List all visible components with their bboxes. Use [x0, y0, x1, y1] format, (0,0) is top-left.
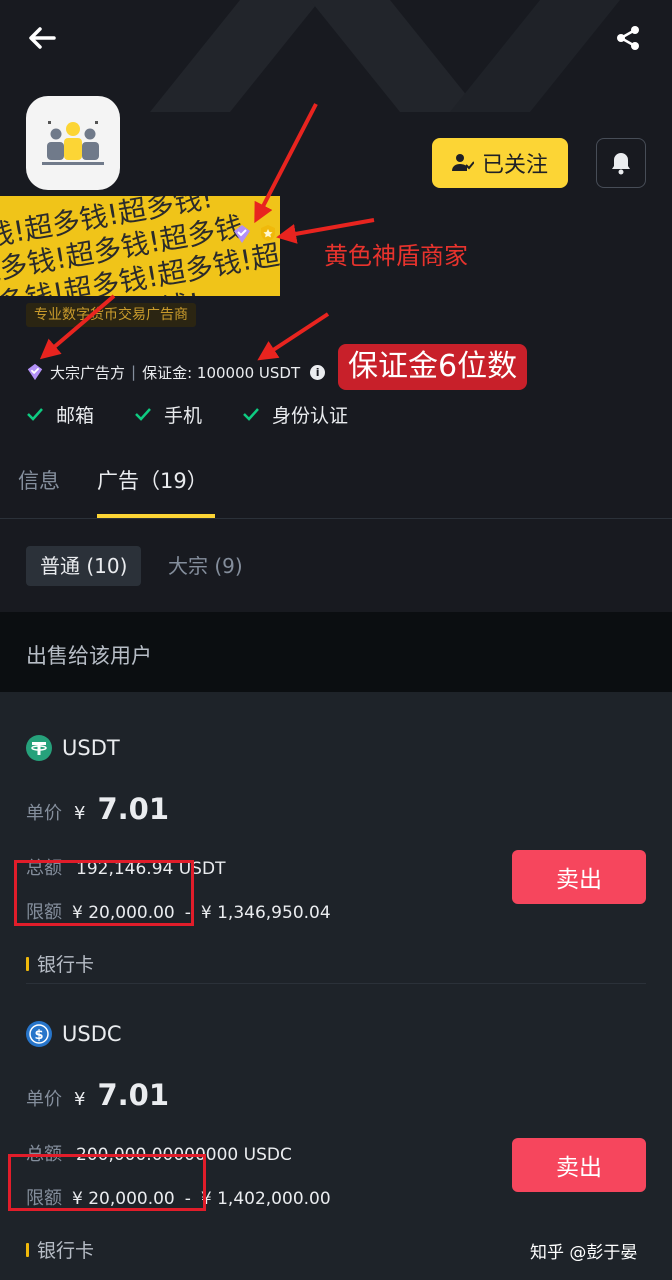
verify-identity: 身份认证: [242, 401, 348, 428]
check-icon: [135, 408, 151, 421]
bell-icon: [612, 153, 630, 175]
card-divider: [26, 983, 646, 984]
payment-label: 银行卡: [37, 1240, 95, 1262]
verify-email-label: 邮箱: [56, 404, 95, 427]
shield-badge-icon: [261, 225, 275, 241]
verify-phone: 手机: [134, 401, 202, 428]
payment-method: 银行卡: [26, 950, 94, 977]
follow-button[interactable]: 已关注: [432, 138, 568, 188]
limit-highlight-box: [14, 860, 194, 926]
watermark: 知乎 @彭于晏: [530, 1243, 638, 1263]
tab-info[interactable]: 信息: [18, 465, 60, 495]
price-value: 7.01: [97, 792, 170, 826]
verify-email: 邮箱: [26, 401, 94, 428]
limit-max: ¥ 1,402,000.00: [200, 1189, 331, 1209]
price-label: 单价: [26, 803, 62, 824]
payment-bar: [26, 956, 29, 971]
coin-row: $ USDC: [26, 1020, 122, 1048]
coin-name: USDC: [62, 1022, 122, 1046]
tether-icon: [26, 735, 52, 761]
payment-bar: [26, 1242, 29, 1257]
verification-list: 邮箱 手机 身份认证: [26, 398, 388, 430]
info-icon[interactable]: i: [310, 364, 326, 380]
diamond-badge-icon: [234, 225, 250, 243]
annotation-deposit-digits: 保证金6位数: [338, 344, 528, 390]
ad-card: USDT 单价 ¥ 7.01 总额 192,146.94 USDT 限额 ¥ 2…: [26, 734, 646, 977]
payment-label: 银行卡: [37, 954, 95, 976]
avatar: [26, 96, 120, 190]
tab-ads[interactable]: 广告（19）: [97, 465, 208, 495]
deposit-line: 大宗广告方 | 保证金: 100000 USDT i: [26, 360, 326, 384]
check-icon: [27, 408, 43, 421]
user-check-icon: [451, 154, 474, 171]
subtab-normal[interactable]: 普通 (10): [26, 546, 142, 586]
svg-text:$: $: [34, 1028, 43, 1043]
payment-method: 银行卡: [26, 1236, 94, 1263]
price-row: 单价 ¥ 7.01: [26, 792, 169, 826]
currency-symbol: ¥: [74, 803, 86, 824]
nickname-banner: 钱!超多钱!超多钱! 超多钱!超多钱!超多钱 多钱!超多钱!超多钱!超 钱!超多…: [0, 196, 280, 296]
user-group-icon: [42, 121, 104, 165]
back-arrow-icon[interactable]: [22, 18, 62, 58]
tab-bar: 信息 广告（19）: [0, 455, 672, 519]
price-row: 单价 ¥ 7.01: [26, 1078, 169, 1112]
header-decoration: [150, 0, 620, 112]
coin-row: USDT: [26, 734, 120, 762]
diamond-icon: [27, 363, 43, 381]
deposit-amount: 保证金: 100000 USDT: [142, 363, 301, 382]
annotation-shield-merchant: 黄色神盾商家: [324, 242, 468, 270]
nickname-pattern: 钱!超多钱!超多钱! 超多钱!超多钱!超多钱 多钱!超多钱!超多钱!超 钱!超多…: [0, 196, 280, 296]
limit-highlight-box: [8, 1154, 206, 1211]
check-icon: [243, 408, 259, 421]
sell-button[interactable]: 卖出: [512, 1138, 646, 1192]
separator: |: [131, 363, 137, 381]
merchant-tag: 专业数字货币交易广告商: [26, 303, 196, 327]
price-label: 单价: [26, 1089, 62, 1110]
sell-button[interactable]: 卖出: [512, 850, 646, 904]
follow-label: 已关注: [481, 153, 548, 178]
section-title: 出售给该用户: [26, 644, 152, 668]
price-value: 7.01: [97, 1078, 170, 1112]
subtab-bulk[interactable]: 大宗 (9): [154, 546, 257, 586]
verify-phone-label: 手机: [164, 404, 203, 427]
currency-symbol: ¥: [74, 1089, 86, 1110]
active-tab-indicator: [97, 514, 215, 518]
limit-max: ¥ 1,346,950.04: [200, 903, 331, 923]
subtab-bar: 普通 (10) 大宗 (9): [0, 520, 672, 612]
ad-card: $ USDC 单价 ¥ 7.01 总额 200,000.00000000 USD…: [26, 1020, 646, 1263]
notification-button[interactable]: [596, 138, 646, 188]
usdc-icon: $: [26, 1021, 52, 1047]
verify-identity-label: 身份认证: [272, 404, 349, 427]
advertiser-type: 大宗广告方: [50, 363, 126, 382]
share-icon[interactable]: [608, 18, 648, 58]
coin-name: USDT: [62, 736, 120, 760]
